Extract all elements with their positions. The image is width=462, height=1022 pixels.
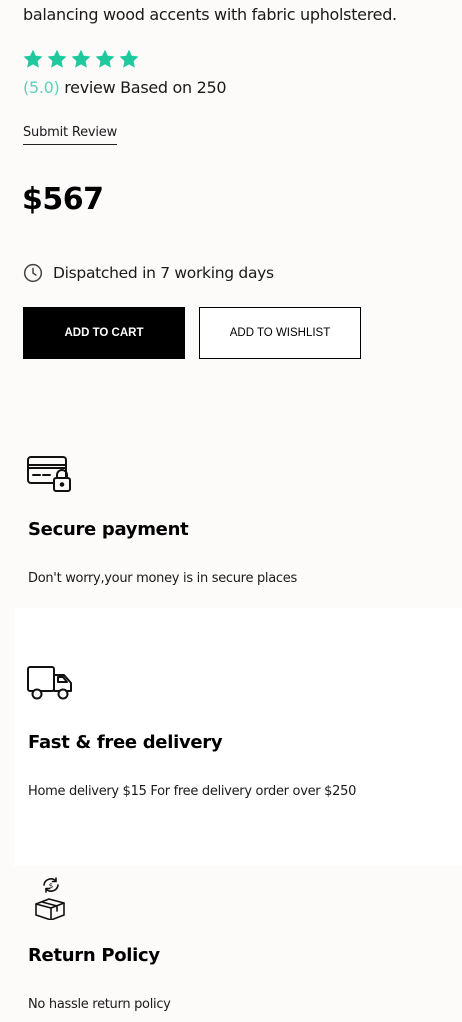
feature-text: Don't worry,your money is in secure plac… xyxy=(28,571,297,586)
feature-fast-delivery: Fast & free delivery Home delivery $15 F… xyxy=(14,608,462,866)
dispatch-text: Dispatched in 7 working days xyxy=(53,264,274,282)
feature-title: Fast & free delivery xyxy=(28,732,223,753)
rating-summary: (5.0) review Based on 250 xyxy=(23,78,227,97)
feature-text: Home delivery $15 For free delivery orde… xyxy=(28,784,357,799)
review-count-text: review Based on 250 xyxy=(64,78,227,97)
rating-score: (5.0) xyxy=(23,78,60,97)
delivery-truck-icon xyxy=(26,664,74,706)
submit-review-link[interactable]: Submit Review xyxy=(23,125,117,145)
clock-icon xyxy=(23,263,43,283)
feature-text: No hassle return policy xyxy=(28,997,171,1012)
add-to-wishlist-button[interactable]: ADD TO WISHLIST xyxy=(199,307,361,359)
add-to-cart-button[interactable]: ADD TO CART xyxy=(23,307,185,359)
return-box-icon: $ xyxy=(34,876,68,924)
star-rating xyxy=(22,48,140,70)
secure-card-lock-icon xyxy=(26,455,74,499)
svg-text:$: $ xyxy=(49,882,53,890)
feature-return-policy: $ Return Policy No hassle return policy xyxy=(14,866,462,1022)
star-icon xyxy=(118,48,140,70)
product-description: balancing wood accents with fabric uphol… xyxy=(23,5,397,24)
product-details-page: balancing wood accents with fabric uphol… xyxy=(0,0,462,1022)
star-icon xyxy=(70,48,92,70)
feature-secure-payment: Secure payment Don't worry,your money is… xyxy=(14,430,462,608)
dispatch-info: Dispatched in 7 working days xyxy=(23,263,274,283)
product-price: $567 xyxy=(22,182,104,217)
feature-title: Return Policy xyxy=(28,945,160,966)
feature-title: Secure payment xyxy=(28,519,189,540)
star-icon xyxy=(94,48,116,70)
star-icon xyxy=(22,48,44,70)
star-icon xyxy=(46,48,68,70)
